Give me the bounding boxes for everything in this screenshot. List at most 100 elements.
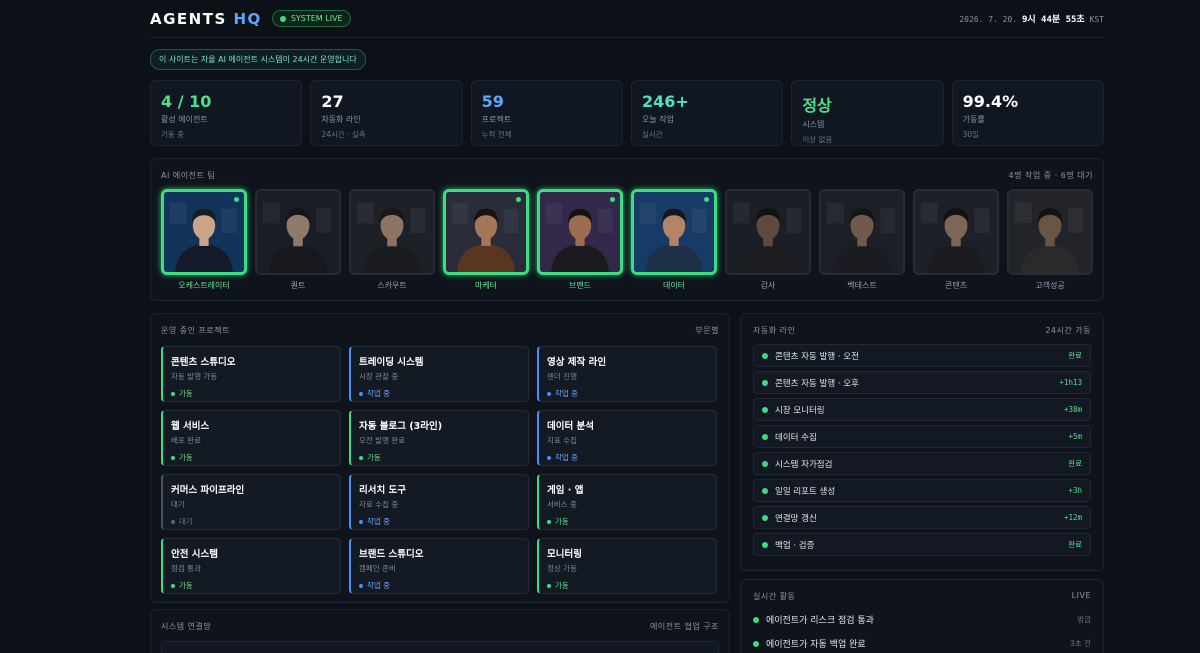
project-card[interactable]: 콘텐츠 스튜디오 자동 발행 가동 가동 xyxy=(161,346,341,402)
agent-portrait xyxy=(1007,189,1093,275)
automation-item[interactable]: 시장 모니터링 +38m xyxy=(753,398,1091,421)
project-desc: 자동 발행 가동 xyxy=(171,372,218,381)
kpi-label: 오늘 작업 xyxy=(641,115,674,124)
kpi-sub: 30일 xyxy=(962,130,980,139)
agent-card[interactable]: 브랜드 xyxy=(537,189,623,291)
project-status: 가동 xyxy=(171,388,332,399)
agent-portrait xyxy=(443,189,529,275)
agent-portrait-icon xyxy=(446,192,526,272)
project-status: 작업 중 xyxy=(359,580,520,591)
project-status: 작업 중 xyxy=(547,388,708,399)
status-dot-icon xyxy=(547,519,551,524)
dashboard: AGENTS HQ SYSTEM LIVE 2026. 7. 20. 9시 44… xyxy=(150,0,1104,653)
automation-value: 완료 xyxy=(1068,459,1082,468)
automation-item[interactable]: 콘텐츠 자동 발행 · 오후 +1h13 xyxy=(753,371,1091,394)
project-card[interactable]: 게임 · 앱 서비스 중 가동 xyxy=(537,474,717,530)
activity-text: 에이전트가 리스크 점검 통과 xyxy=(766,616,874,626)
agent-team-panel: AI 에이전트 팀 4명 작업 중 · 6명 대기 오케스트레이터 퀀트 스카우트 마… xyxy=(150,158,1104,301)
automation-item[interactable]: 연결망 갱신 +12m xyxy=(753,506,1091,529)
status-dot-icon xyxy=(762,379,768,386)
lower-section: 운영 중인 프로젝트 부문별 콘텐츠 스튜디오 자동 발행 가동 가동 트레이딩 시스… xyxy=(150,313,1104,653)
project-title: 트레이딩 시스템 xyxy=(359,357,424,368)
agent-card[interactable]: 스카우트 xyxy=(349,189,435,291)
project-status-label: 가동 xyxy=(179,581,193,590)
activity-live-badge: LIVE xyxy=(1071,591,1091,600)
project-card[interactable]: 자동 블로그 (3라인) 오전 발행 완료 가동 xyxy=(349,410,529,466)
network-panel: 시스템 연결망 에이전트 협업 구조 xyxy=(150,609,730,653)
network-graph[interactable] xyxy=(161,641,719,653)
project-card[interactable]: 리서치 도구 자료 수집 중 작업 중 xyxy=(349,474,529,530)
project-desc: 점검 통과 xyxy=(171,564,201,573)
agent-portrait-icon xyxy=(164,192,244,272)
project-card[interactable]: 웹 서비스 배포 완료 가동 xyxy=(161,410,341,466)
live-dot-icon xyxy=(279,15,286,22)
agent-portrait xyxy=(819,189,905,275)
agent-card[interactable]: 오케스트레이터 xyxy=(161,189,247,291)
status-dot-icon xyxy=(359,455,363,460)
automation-item[interactable]: 데이터 수집 +5m xyxy=(753,425,1091,448)
automation-value: 완료 xyxy=(1068,351,1082,360)
kpi-card: 59 프로젝트 누적 전체 xyxy=(470,80,623,146)
agent-name: 데이터 xyxy=(662,281,686,290)
project-card[interactable]: 커머스 파이프라인 대기 대기 xyxy=(161,474,341,530)
status-dot-icon xyxy=(753,640,759,647)
status-dot-icon xyxy=(547,455,551,460)
status-dot-icon xyxy=(762,352,768,359)
brand: AGENTS HQ SYSTEM LIVE xyxy=(150,10,351,28)
automation-label: 백업 · 검증 xyxy=(775,540,815,551)
agent-card[interactable]: 퀀트 xyxy=(255,189,341,291)
project-title: 안전 시스템 xyxy=(171,549,219,560)
agent-team-summary: 4명 작업 중 · 6명 대기 xyxy=(1008,171,1093,180)
project-status-label: 작업 중 xyxy=(555,389,579,398)
agent-portrait xyxy=(255,189,341,275)
project-card[interactable]: 영상 제작 라인 렌더 진행 작업 중 xyxy=(537,346,717,402)
agent-name: 퀀트 xyxy=(290,281,306,290)
projects-filter[interactable]: 부문별 xyxy=(695,325,719,336)
project-status-label: 가동 xyxy=(555,517,569,526)
status-dot-icon xyxy=(762,406,768,413)
agent-card[interactable]: 데이터 xyxy=(631,189,717,291)
status-dot-icon xyxy=(762,433,768,440)
agent-list: 오케스트레이터 퀀트 스카우트 마케터 브랜드 데이터 감사 백테스트 콘텐츠 고객성공 xyxy=(161,189,1093,291)
agent-team-header: AI 에이전트 팀 4명 작업 중 · 6명 대기 xyxy=(161,170,1093,181)
status-dot-icon xyxy=(547,583,551,588)
kpi-label: 자동화 라인 xyxy=(321,115,361,124)
agent-portrait-icon xyxy=(915,191,997,273)
agent-card[interactable]: 감사 xyxy=(725,189,811,291)
clock: 2026. 7. 20. 9시 44분 55초 KST xyxy=(959,12,1104,25)
activity-list: 에이전트가 리스크 점검 통과 방금 에이전트가 자동 백업 완료 3초 전 xyxy=(753,613,1091,650)
project-card[interactable]: 데이터 분석 지표 수집 작업 중 xyxy=(537,410,717,466)
kpi-value: 246+ xyxy=(641,92,689,111)
project-desc: 대기 xyxy=(171,500,185,509)
project-grid: 콘텐츠 스튜디오 자동 발행 가동 가동 트레이딩 시스템 시장 관찰 중 작업 중 영상 … xyxy=(161,346,719,594)
network-subtitle: 에이전트 협업 구조 xyxy=(650,622,719,631)
agent-card[interactable]: 고객성공 xyxy=(1007,189,1093,291)
project-status: 가동 xyxy=(359,452,520,463)
kpi-row: 4 / 10 활성 에이전트 가동 중 27 자동화 라인 24시간 · 실측 59 프로젝트… xyxy=(150,80,1104,146)
status-dot-icon xyxy=(359,583,363,588)
project-status-label: 대기 xyxy=(179,517,193,526)
project-card[interactable]: 트레이딩 시스템 시장 관찰 중 작업 중 xyxy=(349,346,529,402)
project-card[interactable]: 모니터링 정상 가동 가동 xyxy=(537,538,717,594)
project-status: 가동 xyxy=(547,516,708,527)
automation-item[interactable]: 일일 리포트 생성 +3h xyxy=(753,479,1091,502)
projects-panel: 운영 중인 프로젝트 부문별 콘텐츠 스튜디오 자동 발행 가동 가동 트레이딩 시스… xyxy=(150,313,730,603)
agent-card[interactable]: 콘텐츠 xyxy=(913,189,999,291)
project-desc: 자료 수집 중 xyxy=(359,500,399,509)
agent-card[interactable]: 백테스트 xyxy=(819,189,905,291)
status-dot-icon xyxy=(762,460,768,467)
activity-text: 에이전트가 자동 백업 완료 xyxy=(766,640,866,650)
agent-name: 오케스트레이터 xyxy=(178,281,230,290)
project-card[interactable]: 안전 시스템점검 통과가동 xyxy=(161,538,341,594)
automation-item[interactable]: 시스템 자가점검 완료 xyxy=(753,452,1091,475)
project-title: 브랜드 스튜디오 xyxy=(359,549,424,560)
agent-card[interactable]: 마케터 xyxy=(443,189,529,291)
project-card[interactable]: 브랜드 스튜디오 캠페인 준비 작업 중 xyxy=(349,538,529,594)
kpi-value: 4 / 10 xyxy=(161,92,212,111)
logo[interactable]: AGENTS HQ xyxy=(150,10,262,28)
activity-header: 실시간 활동 LIVE xyxy=(753,591,1091,602)
automation-item[interactable]: 콘텐츠 자동 발행 · 오전 완료 xyxy=(753,344,1091,367)
automation-item-left: 콘텐츠 자동 발행 · 오후 xyxy=(762,377,859,389)
automation-item[interactable]: 백업 · 검증 완료 xyxy=(753,533,1091,556)
status-dot-icon xyxy=(762,514,768,521)
